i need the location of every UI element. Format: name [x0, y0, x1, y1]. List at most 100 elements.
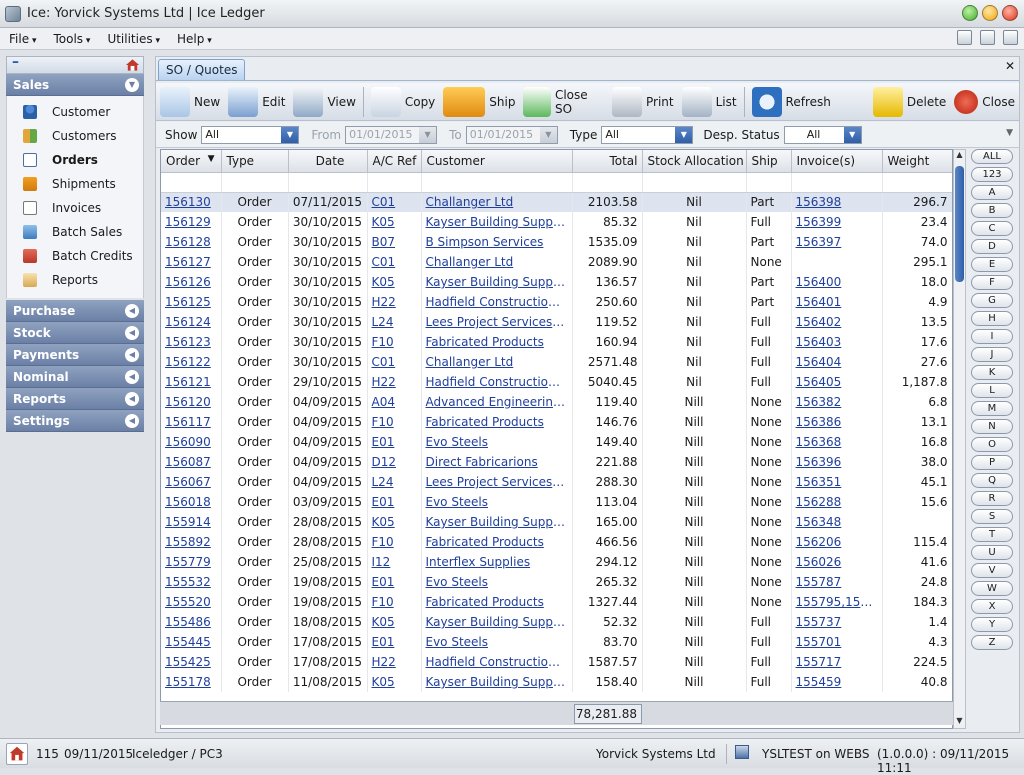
customer-name[interactable]: Kayser Building Supplies — [421, 212, 573, 232]
close-tab-icon[interactable]: ✕ — [1005, 59, 1015, 73]
ac-ref[interactable]: K05 — [367, 672, 422, 692]
table-row[interactable]: 156124 Order 30/10/2015 L24 Lees Project Ser… — [161, 312, 952, 332]
order-number[interactable]: 156124 — [161, 312, 222, 332]
desp-status-select[interactable]: All ▼ — [783, 125, 862, 144]
filter-row[interactable] — [161, 172, 952, 193]
alpha-filter-button[interactable]: F — [971, 275, 1013, 290]
sidebar-item-invoices[interactable]: Invoices — [7, 196, 143, 220]
order-number[interactable]: 156018 — [161, 492, 222, 512]
order-number[interactable]: 155445 — [161, 632, 222, 652]
type-select[interactable]: All ▼ — [601, 125, 694, 144]
ac-ref[interactable]: F10 — [367, 592, 422, 612]
ac-ref[interactable]: D12 — [367, 452, 422, 472]
invoice-numbers[interactable]: 155459 — [791, 672, 883, 692]
alpha-filter-button[interactable]: R — [971, 491, 1013, 506]
new-button[interactable]: New — [156, 84, 224, 120]
table-row[interactable]: 156018 Order 03/09/2015 E01 Evo Steels 113.04… — [161, 492, 952, 512]
column-header-type[interactable]: Type — [221, 150, 289, 173]
order-number[interactable]: 155779 — [161, 552, 222, 572]
alpha-filter-button[interactable]: H — [971, 311, 1013, 326]
ac-ref[interactable]: K05 — [367, 612, 422, 632]
alpha-filter-button[interactable]: ALL — [971, 149, 1013, 164]
customer-name[interactable]: B Simpson Services — [421, 232, 573, 252]
sidebar-section-sales[interactable]: Sales ▼ — [6, 74, 144, 96]
column-header-ship[interactable]: Ship — [746, 150, 792, 173]
ac-ref[interactable]: F10 — [367, 332, 422, 352]
table-row[interactable]: 156130 Order 07/11/2015 C01 Challanger Ltd 21… — [161, 192, 952, 212]
table-row[interactable]: 155520 Order 19/08/2015 F10 Fabricated Produ… — [161, 592, 952, 612]
invoice-numbers[interactable]: 156351 — [791, 472, 883, 492]
alpha-filter-button[interactable]: Y — [971, 617, 1013, 632]
delete-button[interactable]: Delete — [869, 84, 950, 120]
customer-name[interactable]: Kayser Building Supplies — [421, 672, 573, 692]
invoice-numbers[interactable]: 156397 — [791, 232, 883, 252]
invoice-numbers[interactable]: 156400 — [791, 272, 883, 292]
ac-ref[interactable]: C01 — [367, 252, 422, 272]
minimize-button[interactable] — [962, 5, 978, 21]
close-so-button[interactable]: Close SO — [519, 84, 608, 120]
view-button[interactable]: View — [289, 84, 359, 120]
ac-ref[interactable]: C01 — [367, 192, 422, 212]
table-row[interactable]: 156128 Order 30/10/2015 B07 B Simpson Servic… — [161, 232, 952, 252]
sidebar-section-nominal[interactable]: Nominal ◀ — [6, 366, 144, 388]
order-number[interactable]: 155532 — [161, 572, 222, 592]
table-row[interactable]: 155914 Order 28/08/2015 K05 Kayser Building … — [161, 512, 952, 532]
invoice-numbers[interactable]: 156026 — [791, 552, 883, 572]
tab-so-quotes[interactable]: SO / Quotes — [158, 59, 246, 80]
invoice-numbers[interactable] — [791, 252, 883, 272]
customer-name[interactable]: Advanced Engineering Li... — [421, 392, 573, 412]
invoice-numbers[interactable]: 155737 — [791, 612, 883, 632]
ac-ref[interactable]: F10 — [367, 412, 422, 432]
ac-ref[interactable]: K05 — [367, 212, 422, 232]
customer-name[interactable]: Kayser Building Supplies — [421, 512, 573, 532]
alpha-filter-button[interactable]: C — [971, 221, 1013, 236]
customer-name[interactable]: Evo Steels — [421, 572, 573, 592]
order-number[interactable]: 155914 — [161, 512, 222, 532]
alpha-filter-button[interactable]: I — [971, 329, 1013, 344]
edit-button[interactable]: Edit — [224, 84, 289, 120]
ship-button[interactable]: Ship — [439, 84, 519, 120]
alpha-filter-button[interactable]: O — [971, 437, 1013, 452]
ac-ref[interactable]: B07 — [367, 232, 422, 252]
sidebar-section-purchase[interactable]: Purchase ◀ — [6, 300, 144, 322]
scroll-thumb[interactable] — [955, 166, 964, 282]
menu-help[interactable]: Help — [168, 32, 220, 46]
ac-ref[interactable]: C01 — [367, 352, 422, 372]
customer-name[interactable]: Hadfield Constructions ... — [421, 372, 573, 392]
home-icon[interactable] — [6, 743, 28, 765]
to-date-field[interactable]: 01/01/2015 ▼ — [465, 125, 558, 144]
ac-ref[interactable]: L24 — [367, 472, 422, 492]
order-number[interactable]: 156121 — [161, 372, 222, 392]
table-row[interactable]: 155779 Order 25/08/2015 I12 Interflex Suppli… — [161, 552, 952, 572]
column-header-date[interactable]: Date — [288, 150, 368, 173]
alpha-filter-button[interactable]: P — [971, 455, 1013, 470]
invoice-numbers[interactable]: 155787 — [791, 572, 883, 592]
customer-name[interactable]: Evo Steels — [421, 432, 573, 452]
customer-name[interactable]: Challanger Ltd — [421, 352, 573, 372]
sidebar-section-payments[interactable]: Payments ◀ — [6, 344, 144, 366]
alpha-filter-button[interactable]: T — [971, 527, 1013, 542]
sidebar-item-customer[interactable]: Customer — [7, 100, 143, 124]
order-number[interactable]: 155425 — [161, 652, 222, 672]
collapse-icon[interactable]: – — [12, 54, 19, 70]
invoice-numbers[interactable]: 156403 — [791, 332, 883, 352]
order-number[interactable]: 155178 — [161, 672, 222, 692]
table-row[interactable]: 156117 Order 04/09/2015 F10 Fabricated Produ… — [161, 412, 952, 432]
invoice-numbers[interactable]: 156401 — [791, 292, 883, 312]
alpha-filter-button[interactable]: A — [971, 185, 1013, 200]
invoice-numbers[interactable]: 156288 — [791, 492, 883, 512]
show-select[interactable]: All ▼ — [201, 125, 300, 144]
order-number[interactable]: 155486 — [161, 612, 222, 632]
invoice-numbers[interactable]: 156206 — [791, 532, 883, 552]
order-number[interactable]: 156125 — [161, 292, 222, 312]
refresh-button[interactable]: Refresh — [748, 84, 835, 120]
invoice-numbers[interactable]: 156405 — [791, 372, 883, 392]
menu-utilities[interactable]: Utilities — [98, 32, 168, 46]
invoice-numbers[interactable]: 156348 — [791, 512, 883, 532]
print-button[interactable]: Print — [608, 84, 678, 120]
invoice-numbers[interactable]: 155701 — [791, 632, 883, 652]
home-icon[interactable] — [125, 58, 140, 72]
order-number[interactable]: 156126 — [161, 272, 222, 292]
table-row[interactable]: 156122 Order 30/10/2015 C01 Challanger Ltd 25… — [161, 352, 952, 372]
table-row[interactable]: 156126 Order 30/10/2015 K05 Kayser Building … — [161, 272, 952, 292]
